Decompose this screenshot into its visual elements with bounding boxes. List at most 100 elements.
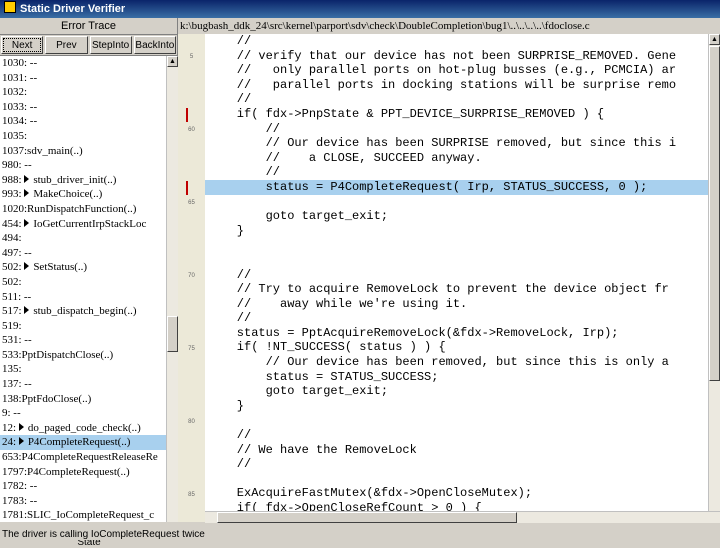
trace-call-text: stub_dispatch_begin(..) [33,305,137,318]
code-line: // [208,428,252,443]
expand-arrow-icon[interactable] [24,174,30,183]
trace-marker-icon [186,108,188,122]
trace-row[interactable]: 1037:sdv_main(..) [0,144,166,159]
trace-row[interactable]: 1033: -- [0,100,166,115]
code-line: // [208,457,252,472]
code-line: // We have the RemoveLock [208,442,417,457]
trace-row[interactable]: 1020:RunDispatchFunction(..) [0,202,166,217]
gutter-line-number: 65 [188,199,195,206]
prev-button[interactable]: Prev [45,36,88,54]
trace-row-text: 1030: -- [2,57,38,69]
trace-row-text: 454: [2,217,22,230]
status-bar: The driver is calling IoCompleteRequest … [0,530,720,540]
code-line: // Our device has been SURPRISE removed,… [208,136,677,151]
trace-row[interactable]: 980: -- [0,158,166,173]
code-line: } [208,398,245,413]
expand-arrow-icon[interactable] [18,422,24,431]
code-line: status = PptAcquireRemoveLock(&fdx->Remo… [208,325,619,340]
trace-row[interactable]: 519: [0,319,166,334]
trace-row[interactable]: 1031: -- [0,71,166,86]
expand-arrow-icon[interactable] [24,262,30,271]
trace-row[interactable]: 137: -- [0,377,166,392]
code-line: ExAcquireFastMutex(&fdx->OpenCloseMutex)… [208,486,533,501]
trace-row[interactable]: 502: [0,275,166,290]
trace-call-text: P4CompleteRequest(..) [27,436,131,449]
code-line: // away while we're using it. [208,296,468,311]
trace-row-text: 1034: -- [2,115,38,128]
trace-row[interactable]: 1030: -- [0,56,166,71]
trace-row[interactable]: 454: IoGetCurrentIrpStackLoc [0,217,166,232]
code-line: if( fdx->OpenCloseRefCount > 0 ) { [208,501,482,511]
trace-row-text: 137: -- [2,378,32,391]
trace-row[interactable]: 138:PptFdoClose(..) [0,392,166,407]
trace-row[interactable]: 494: [0,231,166,246]
trace-row[interactable]: 135: [0,362,166,377]
code-vertical-scrollbar[interactable]: ▲ [708,34,720,511]
step-into-button[interactable]: StepInto [89,36,132,54]
code-line: // [208,92,252,107]
trace-row[interactable]: 531: -- [0,333,166,348]
trace-row-text: 531: -- [2,334,32,347]
trace-row[interactable]: 12: do_paged_code_check(..) [0,421,166,436]
trace-row[interactable]: 988: stub_driver_init(..) [0,173,166,188]
trace-row-text: 1031: -- [2,71,38,84]
trace-row-text: 1032: [2,86,28,99]
code-line: // [208,165,281,180]
trace-row[interactable]: 497: -- [0,246,166,261]
scroll-up-arrow-icon[interactable]: ▲ [709,34,720,45]
expand-arrow-icon[interactable] [24,189,30,198]
gutter-line-number: 85 [188,491,195,498]
error-trace-panel: Error Trace Next Prev StepInto BackInto … [0,18,178,548]
trace-row[interactable]: 533:PptDispatchClose(..) [0,348,166,363]
trace-row-text: 511: -- [2,290,32,303]
trace-marker-icon [186,181,188,195]
trace-row[interactable]: 511: -- [0,290,166,305]
trace-row[interactable]: 1032: [0,85,166,100]
trace-row[interactable]: 9: -- [0,406,166,421]
code-scroll-thumb[interactable] [709,46,720,381]
trace-row-text: 988: [2,173,22,186]
trace-row[interactable]: 1797:P4CompleteRequest(..) [0,465,166,480]
trace-row[interactable]: 1782: -- [0,479,166,494]
trace-row-text: 519: [2,319,22,332]
code-line: if( !NT_SUCCESS( status ) ) { [208,340,446,355]
trace-row[interactable]: 502: SetStatus(..) [0,260,166,275]
window-title: Static Driver Verifier [20,3,126,15]
back-into-button[interactable]: BackInto [133,36,176,54]
trace-row[interactable]: 1781:SLIC_IoCompleteRequest_c [0,508,166,522]
expand-arrow-icon[interactable] [24,306,30,315]
expand-arrow-icon[interactable] [24,218,30,227]
trace-row[interactable]: 653:P4CompleteRequestReleaseRe [0,450,166,465]
code-horizontal-scrollbar[interactable] [205,511,720,523]
trace-scrollbar[interactable]: ▲ [166,56,178,522]
trace-row[interactable]: 1034: -- [0,114,166,129]
code-line: goto target_exit; [208,384,389,399]
gutter-line-number: 80 [188,418,195,425]
trace-row[interactable]: 1035: [0,129,166,144]
trace-row-text: 533:PptDispatchClose(..) [2,348,114,361]
editor-gutter: 5 60 65 70 75 80 85 [178,34,205,522]
trace-call-text: stub_driver_init(..) [33,173,117,186]
expand-arrow-icon[interactable] [18,437,24,446]
app-icon [4,1,16,13]
trace-row[interactable]: 517: stub_dispatch_begin(..) [0,304,166,319]
trace-row-text: 517: [2,305,22,318]
gutter-line-number: 5 [189,53,194,60]
trace-row[interactable]: 24: P4CompleteRequest(..) [0,435,166,451]
trace-row[interactable]: 1783: -- [0,494,166,509]
code-line: // only parallel ports on hot-plug busse… [208,63,677,78]
next-button[interactable]: Next [1,36,44,54]
trace-scroll-thumb[interactable] [167,316,178,352]
code-hscroll-thumb[interactable] [217,512,517,523]
code-line: // [208,121,281,136]
scroll-up-arrow-icon[interactable]: ▲ [167,56,178,67]
code-view: // // verify that our device has not bee… [205,34,708,511]
trace-row-text: 980: -- [2,159,32,172]
trace-row-text: 1782: -- [2,480,38,493]
trace-toolbar: Next Prev StepInto BackInto [0,35,177,56]
trace-row[interactable]: 993: MakeChoice(..) [0,187,166,202]
